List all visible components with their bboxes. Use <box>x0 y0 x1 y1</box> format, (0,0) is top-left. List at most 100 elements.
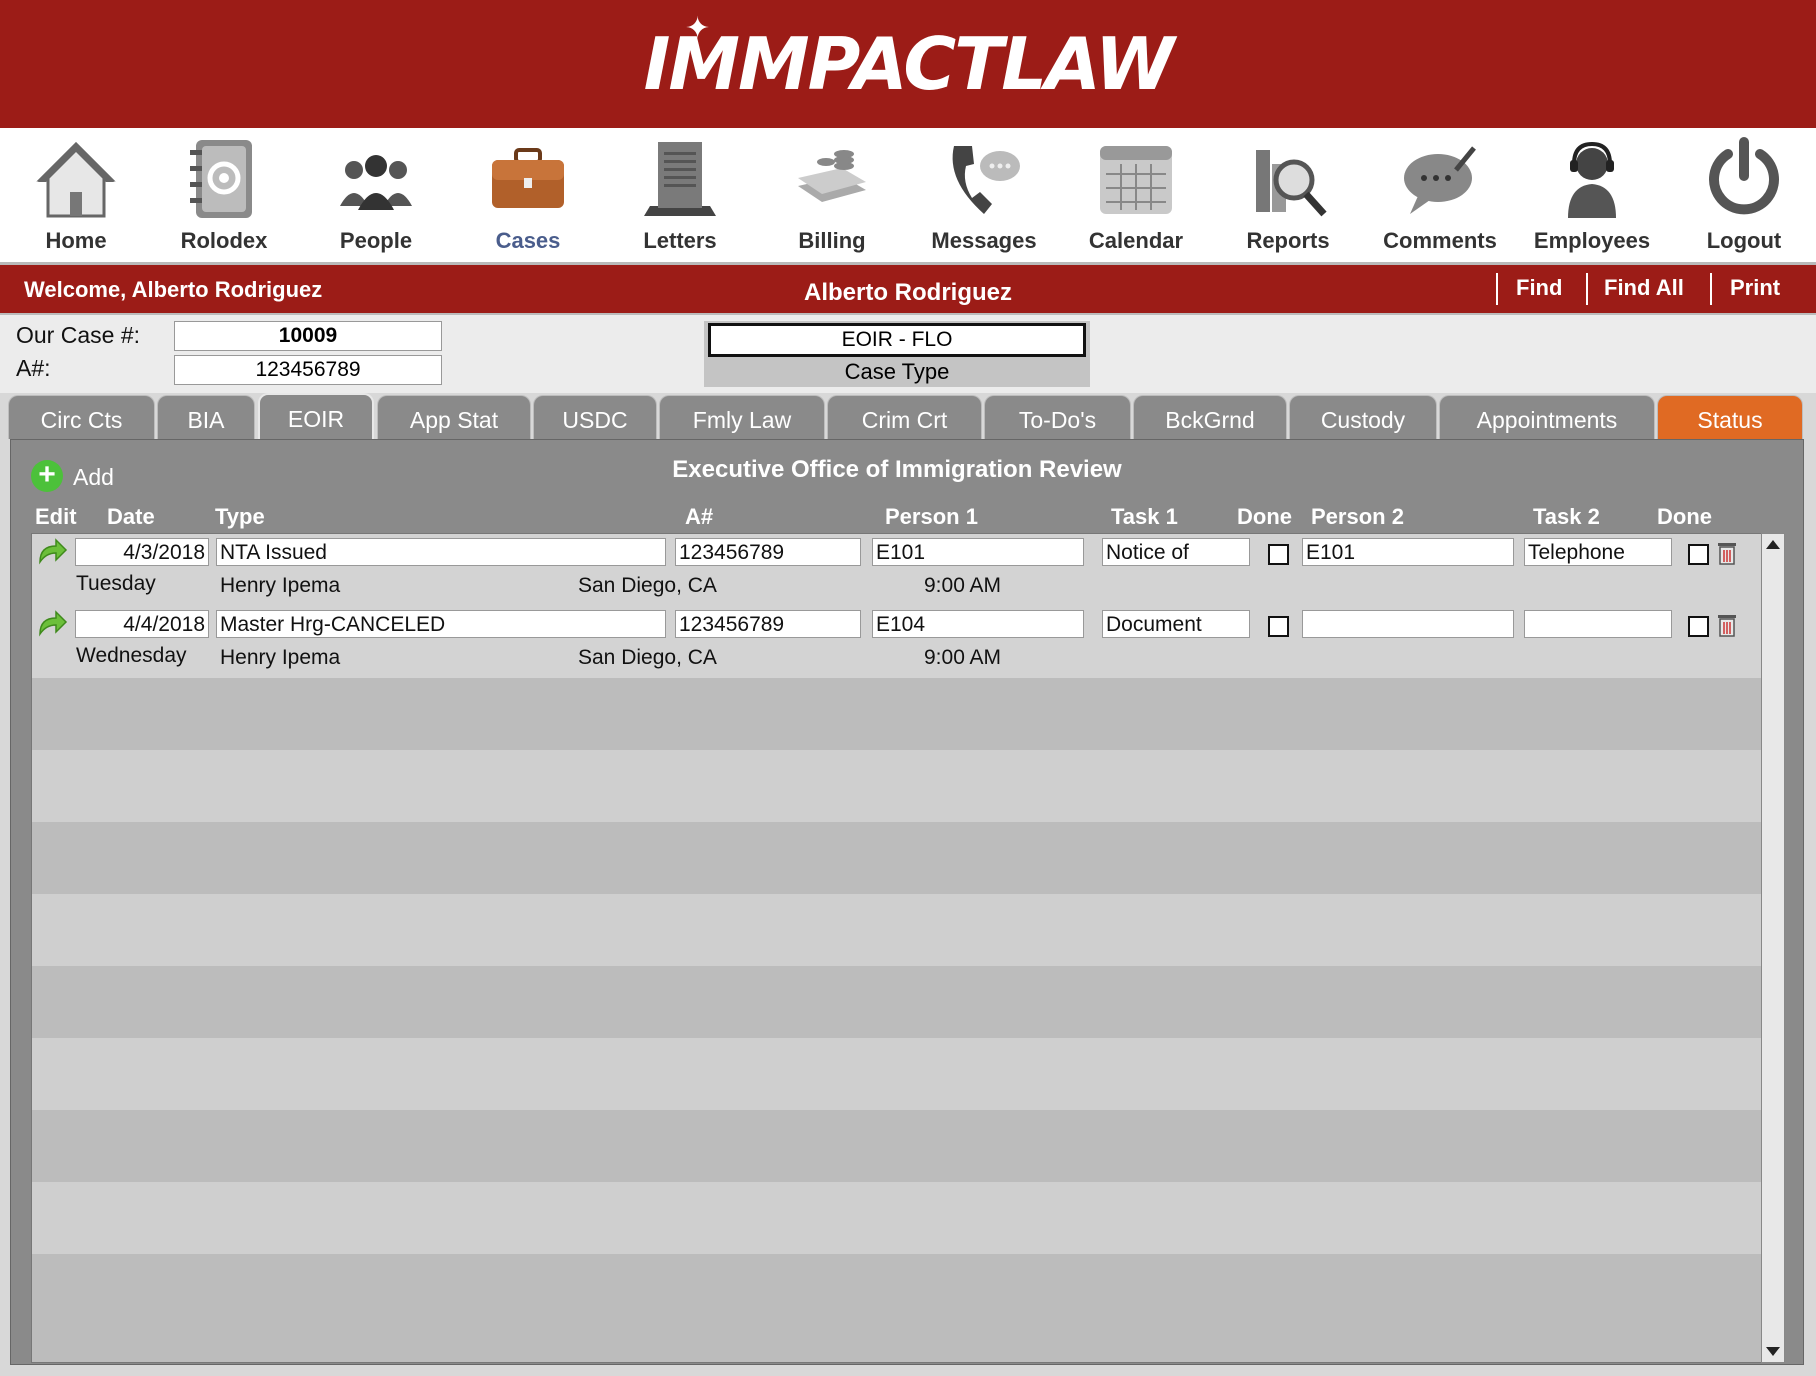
task2-field[interactable]: Telephone <box>1524 538 1672 566</box>
empty-row <box>32 1182 1762 1255</box>
nav-logout[interactable]: Logout <box>1668 128 1816 262</box>
empty-row <box>32 750 1762 823</box>
nav-label: Employees <box>1533 228 1651 253</box>
task1-field[interactable]: Notice of <box>1102 538 1250 566</box>
person1-field[interactable]: E101 <box>872 538 1084 566</box>
nav-label: Letters <box>643 228 717 253</box>
tab-bar: Circ Cts BIA EOIR App Stat USDC Fmly Law… <box>0 393 1816 441</box>
app-logo: ✦ IMMPACTLAW <box>0 14 1816 101</box>
tab-circ-cts[interactable]: Circ Cts <box>8 395 155 439</box>
type-field[interactable]: Master Hrg-CANCELED <box>216 610 666 638</box>
toolbar-divider <box>1710 273 1712 305</box>
type-field[interactable]: NTA Issued <box>216 538 666 566</box>
people-icon <box>340 155 412 210</box>
col-done2: Done <box>1657 504 1712 529</box>
nav-label: Home <box>45 228 107 253</box>
trash-icon[interactable] <box>1716 612 1738 638</box>
empty-row <box>32 678 1762 751</box>
col-date: Date <box>107 504 155 529</box>
done2-checkbox[interactable] <box>1688 616 1709 637</box>
tab-app-stat[interactable]: App Stat <box>377 395 531 439</box>
nav-cases[interactable]: Cases <box>452 128 604 262</box>
empty-row <box>32 1110 1762 1183</box>
nav-label: People <box>339 228 413 253</box>
tab-crim-crt[interactable]: Crim Crt <box>827 395 982 439</box>
scroll-down-arrow-icon[interactable] <box>1766 1347 1780 1356</box>
list-item: 4/4/2018 Master Hrg-CANCELED 123456789 E… <box>32 606 1762 679</box>
edit-arrow-icon[interactable] <box>36 538 68 566</box>
nav-label: Reports <box>1246 228 1330 253</box>
col-done1: Done <box>1237 504 1292 529</box>
phone-message-icon <box>952 146 1020 214</box>
nav-label: Rolodex <box>180 228 268 253</box>
find-button[interactable]: Find <box>1516 275 1562 301</box>
task2-field[interactable] <box>1524 610 1672 638</box>
day-label: Wednesday <box>76 644 187 667</box>
tab-custody[interactable]: Custody <box>1289 395 1437 439</box>
location-label: San Diego, CA <box>578 574 717 597</box>
done1-checkbox[interactable] <box>1268 544 1289 565</box>
tab-appointments[interactable]: Appointments <box>1439 395 1655 439</box>
person2-field[interactable] <box>1302 610 1514 638</box>
empty-row <box>32 822 1762 895</box>
task1-field[interactable]: Document <box>1102 610 1250 638</box>
nav-comments[interactable]: Comments <box>1364 128 1516 262</box>
person1-field[interactable]: E104 <box>872 610 1084 638</box>
tab-bckgrnd[interactable]: BckGrnd <box>1133 395 1287 439</box>
nav-label: Comments <box>1383 228 1497 253</box>
a-number-field[interactable]: 123456789 <box>174 355 442 385</box>
a-number-field[interactable]: 123456789 <box>675 610 861 638</box>
billing-icon <box>798 150 866 202</box>
date-field[interactable]: 4/3/2018 <box>75 538 209 566</box>
nav-label: Logout <box>1706 228 1782 253</box>
done1-checkbox[interactable] <box>1268 616 1289 637</box>
nav-home[interactable]: Home <box>0 128 152 262</box>
done2-checkbox[interactable] <box>1688 544 1709 565</box>
app-header: ✦ IMMPACTLAW <box>0 0 1816 128</box>
tab-eoir[interactable]: EOIR <box>258 393 374 441</box>
edit-arrow-icon[interactable] <box>36 610 68 638</box>
case-type-label: Case Type <box>844 359 950 384</box>
a-number-field[interactable]: 123456789 <box>675 538 861 566</box>
time-label: 9:00 AM <box>924 574 1002 597</box>
judge-label: Henry Ipema <box>220 574 341 597</box>
col-a-number: A# <box>685 504 714 529</box>
trash-icon[interactable] <box>1716 540 1738 566</box>
nav-label: Cases <box>495 228 561 253</box>
nav-employees[interactable]: Employees <box>1516 128 1668 262</box>
nav-calendar[interactable]: Calendar <box>1060 128 1212 262</box>
nav-messages[interactable]: Messages <box>908 128 1060 262</box>
nav-reports[interactable]: Reports <box>1212 128 1364 262</box>
briefcase-icon <box>492 148 564 208</box>
eoir-panel: + Add Executive Office of Immigration Re… <box>10 439 1804 1365</box>
nav-rolodex[interactable]: Rolodex <box>148 128 300 262</box>
tab-usdc[interactable]: USDC <box>533 395 657 439</box>
welcome-bar: Welcome, Alberto Rodriguez Alberto Rodri… <box>0 265 1816 315</box>
person2-field[interactable]: E101 <box>1302 538 1514 566</box>
power-icon <box>1709 137 1779 215</box>
tab-fmly-law[interactable]: Fmly Law <box>659 395 825 439</box>
panel-title: Executive Office of Immigration Review <box>672 456 1122 483</box>
our-case-field[interactable]: 10009 <box>174 321 442 351</box>
tab-status[interactable]: Status <box>1657 395 1803 439</box>
nav-label: Billing <box>798 228 866 253</box>
nav-letters[interactable]: Letters <box>604 128 756 262</box>
print-button[interactable]: Print <box>1730 275 1780 301</box>
comment-bubble-icon <box>1404 146 1476 214</box>
headset-employee-icon <box>1568 141 1616 218</box>
col-task1: Task 1 <box>1111 504 1178 529</box>
reports-magnifier-icon <box>1256 150 1327 217</box>
scroll-up-arrow-icon[interactable] <box>1766 540 1780 549</box>
nav-billing[interactable]: Billing <box>756 128 908 262</box>
tab-bia[interactable]: BIA <box>157 395 255 439</box>
calendar-icon <box>1100 146 1172 214</box>
scrollbar[interactable] <box>1761 533 1785 1363</box>
case-type-box: EOIR - FLO Case Type <box>704 321 1090 387</box>
case-type-field[interactable]: EOIR - FLO <box>708 323 1086 357</box>
rolodex-icon <box>190 140 252 218</box>
find-all-button[interactable]: Find All <box>1604 275 1684 301</box>
date-field[interactable]: 4/4/2018 <box>75 610 209 638</box>
toolbar-divider <box>1496 273 1498 305</box>
nav-people[interactable]: People <box>300 128 452 262</box>
tab-to-dos[interactable]: To-Do's <box>984 395 1131 439</box>
